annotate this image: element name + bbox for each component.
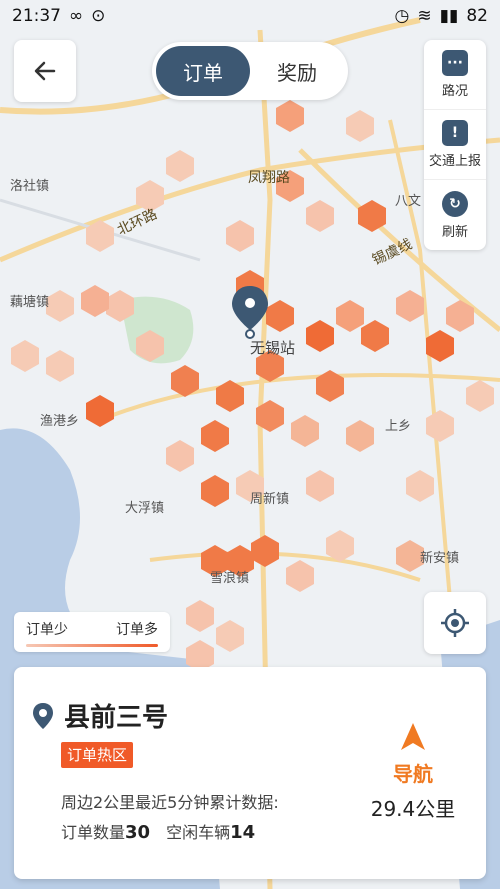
top-tabs: 订单 奖励 <box>152 42 348 100</box>
battery-level: 82 <box>466 6 488 26</box>
status-bar: 21:37 ∞ ⊙ ◷ ≋ ▮▮ 82 <box>0 0 500 32</box>
map-label-shangxiang: 上乡 <box>385 419 411 434</box>
map-label-fenghuang: 凤翔路 <box>248 170 290 186</box>
back-button[interactable] <box>14 40 76 102</box>
navigation-arrow-icon <box>401 723 425 750</box>
map-label-bawen: 八文 <box>395 194 421 209</box>
map-label-zhouxin: 周新镇 <box>250 491 289 507</box>
traffic-label: 路况 <box>441 84 468 99</box>
refresh-label: 刷新 <box>441 224 468 240</box>
signal-icon: ▮▮ <box>439 6 459 26</box>
legend-high: 订单多 <box>116 622 158 638</box>
navigate-label: 导航 <box>393 762 433 786</box>
stats-line: 订单数量 30 空闲车辆 14 <box>61 819 255 843</box>
tab-rewards[interactable]: 奖励 <box>250 46 344 96</box>
alarm-icon: ◷ <box>394 6 410 26</box>
report-button[interactable]: ! 交通上报 <box>424 110 486 180</box>
place-header: 县前三号 <box>32 697 168 734</box>
map-label-yugang: 渔港乡 <box>40 414 79 429</box>
tab-orders[interactable]: 订单 <box>156 46 250 96</box>
vehicles-value: 14 <box>230 822 256 843</box>
link-icon: ∞ <box>69 6 84 26</box>
report-icon: ! <box>442 120 468 146</box>
place-name: 县前三号 <box>64 703 169 733</box>
hotspot-badge: 订单热区 <box>61 742 134 768</box>
map-label-wuxi-station: 无锡站 <box>250 339 295 357</box>
navigate-distance: 29.4公里 <box>370 797 456 821</box>
map-pin-icon <box>33 702 53 729</box>
report-label: 交通上报 <box>428 154 481 169</box>
orders-label: 订单数量 <box>61 823 126 842</box>
map-label-luoshe: 洛社镇 <box>10 178 49 194</box>
vehicles-label: 空闲车辆 <box>166 823 231 842</box>
crosshair-icon <box>441 609 469 637</box>
alert-icon: ⊙ <box>91 6 106 26</box>
watermark: Bai 经验 <box>417 849 480 868</box>
hotspot-info-card: 县前三号 订单热区 周边2公里最近5分钟累计数据: 订单数量 30 空闲车辆 1… <box>14 667 486 879</box>
map-label-xuetang: 藕塘镇 <box>10 294 49 310</box>
status-time: 21:37 <box>12 6 61 26</box>
arrow-left-icon <box>34 61 56 81</box>
locate-button[interactable] <box>424 592 486 654</box>
heat-legend: 订单少 订单多 <box>14 612 170 652</box>
stats-description: 周边2公里最近5分钟累计数据: <box>61 793 279 812</box>
navigate-button[interactable]: 导航 29.4公里 <box>358 722 468 822</box>
orders-value: 30 <box>125 822 151 843</box>
legend-gradient <box>26 644 158 647</box>
legend-low: 订单少 <box>26 622 68 638</box>
map-label-xinan: 新安镇 <box>420 550 459 566</box>
traffic-icon: ··· <box>442 50 468 76</box>
wifi-icon: ≋ <box>417 6 432 26</box>
side-toolbar: ··· 路况 ! 交通上报 ↻ 刷新 <box>424 40 486 250</box>
refresh-button[interactable]: ↻ 刷新 <box>424 180 486 250</box>
refresh-icon: ↻ <box>442 190 468 217</box>
map-label-xuelang: 雪浪镇 <box>210 571 249 586</box>
traffic-button[interactable]: ··· 路况 <box>424 40 486 110</box>
map-label-dafu: 大浮镇 <box>125 501 164 516</box>
